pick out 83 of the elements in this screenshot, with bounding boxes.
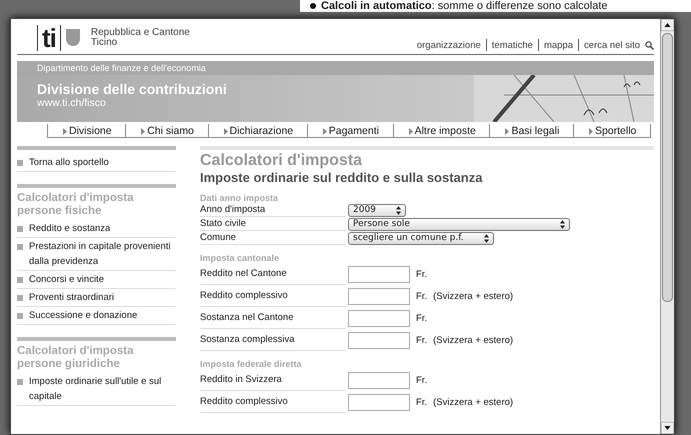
field-label: Reddito complessivo [200,391,346,413]
nav-tab[interactable]: Sportello [572,124,651,137]
dropdown[interactable]: scegliere un comune p.f. [348,232,494,244]
header-link[interactable]: mappa [544,40,574,50]
triangle-icon [322,128,327,134]
square-bullet-icon [17,160,23,166]
square-bullet-icon [17,312,23,318]
department-name: Dipartimento delle finanze e dell'economia [37,63,206,73]
amount-field[interactable] [348,394,410,410]
logo-text: ti [42,25,61,51]
search-icon[interactable] [645,40,654,50]
field-label: Stato civile [200,217,346,231]
square-bullet-icon [17,378,23,384]
triangle-icon [224,128,228,134]
square-bullet-icon [17,244,23,250]
sidebar-link[interactable]: Successione e donazione [17,307,176,325]
group-heading: Imposta federale diretta [200,359,303,369]
dropdown[interactable]: 2009 [348,204,406,216]
amount-field[interactable] [348,332,410,348]
stepper-arrows-icon [560,220,565,228]
stepper-arrows-icon [396,206,401,214]
nav-tab[interactable]: Pagamenti [306,124,393,137]
bullet-icon [310,3,316,9]
header-link[interactable]: tematiche [492,40,533,50]
shield-icon [66,29,80,47]
sidebar-link[interactable]: Imposte ordinarie sull'utile e sul capitale [17,373,176,406]
currency-unit: Fr. [416,396,428,408]
field-label: Anno d'imposta [200,203,346,217]
currency-unit: Fr. [416,268,428,280]
amount-field[interactable] [348,288,410,304]
amount-field[interactable] [348,372,410,388]
square-bullet-icon [17,276,23,282]
triangle-icon [588,128,593,134]
sidebar-heading: Calcolatori d'imposta persone fisiche [17,192,134,218]
amount-field[interactable] [348,266,410,282]
scrollbar[interactable] [660,19,674,434]
group-heading: Imposta cantonale [200,253,280,263]
currency-unit: Fr. [416,312,428,324]
nav-tab[interactable]: Dichiarazione [208,124,307,137]
field-note: (Svizzera + estero) [433,334,514,346]
scroll-up-icon[interactable] [661,19,674,31]
triangle-icon [141,128,146,134]
stepper-arrows-icon [484,234,489,242]
sidebar-link[interactable]: Prestazioni in capitale provenienti dalla previdenza [17,238,176,271]
banner-title: Divisione delle contribuzioni [37,81,227,97]
sidebar-link[interactable]: Concorsi e vincite [17,271,176,289]
header-link[interactable]: cerca nel sito [584,40,640,50]
currency-unit: Fr. [416,290,428,302]
field-label: Sostanza complessiva [200,329,346,351]
square-bullet-icon [17,226,23,232]
header-link[interactable]: organizzazione [416,40,481,50]
dropdown[interactable]: Persone sole [348,218,570,230]
currency-unit: Fr. [416,334,428,346]
group-heading: Dati anno imposta [200,193,280,203]
triangle-icon [408,128,413,134]
org-name: Repubblica e Cantone [90,28,190,38]
amount-field[interactable] [348,310,410,326]
nav-tab[interactable]: Basi legali [489,124,573,137]
bullet-text: Calcoli in automatico: somme o differenze sono calcolate [321,0,608,12]
sidebar-link[interactable]: Torna allo sportello [17,154,176,172]
field-label: Sostanza nel Cantone [200,307,346,329]
org-subname: Ticino [90,38,118,48]
sidebar-heading: Calcolatori d'imposta persone giuridiche [17,345,134,371]
field-label: Reddito nel Cantone [200,263,346,285]
scrollbar-thumb[interactable] [662,33,673,302]
banner-url: www.ti.ch/fisco [37,97,107,109]
sidebar-link[interactable]: Proventi straordinari [17,289,176,307]
page-subtitle: Imposte ordinarie sul reddito e sulla sostanza [200,170,484,185]
triangle-icon [63,128,67,134]
nav-tab[interactable]: Altre imposte [392,124,490,137]
triangle-icon [505,128,510,134]
field-label: Reddito complessivo [200,285,346,307]
nav-tab[interactable]: Chi siamo [125,124,208,137]
field-note: (Svizzera + estero) [433,396,514,408]
field-note: (Svizzera + estero) [433,290,514,302]
page-title: Calcolatori d'imposta [200,152,364,170]
field-label: Comune [200,231,346,245]
square-bullet-icon [17,294,23,300]
sidebar-link[interactable]: Reddito e sostanza [17,220,176,238]
scroll-down-icon[interactable] [661,422,674,434]
field-label: Reddito in Svizzera [200,369,346,391]
currency-unit: Fr. [416,374,428,386]
nav-tab[interactable]: Divisione [47,124,126,137]
